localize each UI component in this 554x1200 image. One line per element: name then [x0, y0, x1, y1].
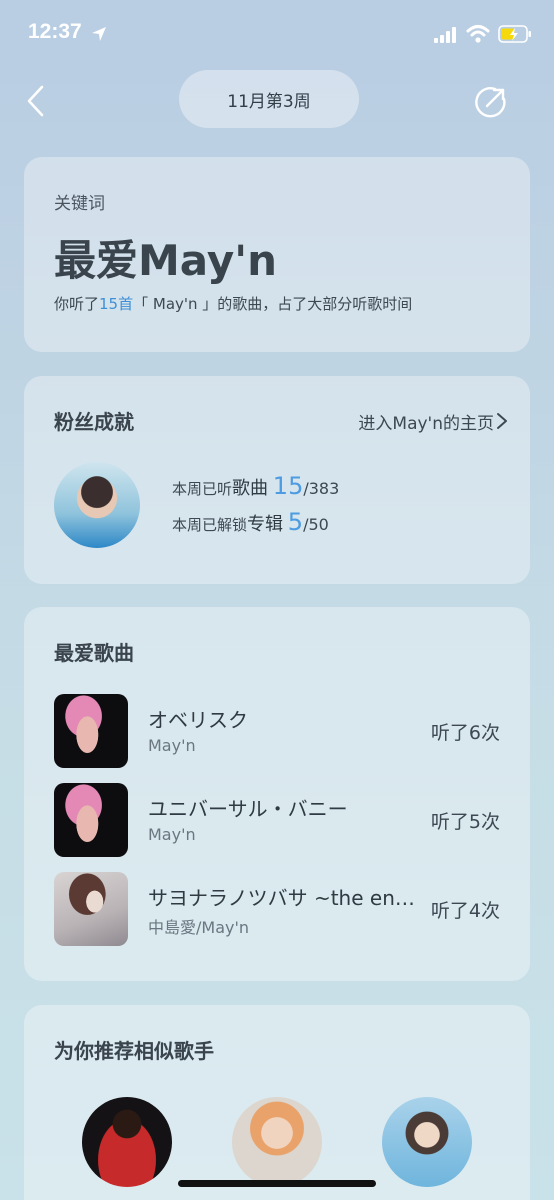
home-indicator[interactable] — [178, 1180, 376, 1187]
songs-card-title: 最爱歌曲 — [54, 641, 134, 665]
album-cover — [54, 783, 128, 857]
song-title: ユニバーサル・バニー — [148, 797, 348, 821]
album-cover — [54, 694, 128, 768]
artist-avatar[interactable] — [54, 462, 140, 548]
status-time: 12:37 — [28, 20, 82, 43]
play-count: 听了6次 — [430, 722, 500, 744]
recommended-artist-avatar[interactable] — [82, 1097, 172, 1187]
location-arrow-icon — [92, 27, 106, 41]
songs-stat-total: /383 — [303, 479, 340, 498]
recommended-artists-card: 为你推荐相似歌手 — [24, 1005, 530, 1200]
play-count: 听了5次 — [430, 811, 500, 833]
songs-stat-number: 15 — [272, 472, 304, 500]
fan-card-title: 粉丝成就 — [54, 410, 134, 434]
cellular-signal-icon — [434, 27, 456, 43]
keyword-desc-prefix: 你听了 — [54, 295, 100, 313]
songs-stat-word: 歌曲 — [232, 478, 269, 499]
album-cover — [54, 872, 128, 946]
share-icon[interactable] — [473, 86, 507, 120]
song-artist: May'n — [148, 736, 196, 755]
albums-unlocked-stat: 本周已解锁专辑 5/50 — [172, 508, 329, 536]
favorite-songs-card: 最爱歌曲 オベリスク May'n 听了6次 ユニバーサル・バニー May'n 听… — [24, 607, 530, 981]
battery-charging-icon — [498, 25, 531, 43]
chevron-right-icon[interactable] — [496, 412, 508, 430]
rec-card-title: 为你推荐相似歌手 — [54, 1039, 214, 1063]
fan-achievement-card: 粉丝成就 进入May'n的主页 本周已听歌曲 15/383 本周已解锁专辑 5/… — [24, 376, 530, 584]
song-title: サヨナラノツバサ ~the end... — [148, 886, 420, 910]
play-count: 听了4次 — [430, 900, 500, 922]
keyword-desc-suffix: 「 May'n 」的歌曲，占了大部分听歌时间 — [133, 295, 413, 313]
song-title: オベリスク — [148, 708, 248, 732]
albums-stat-prefix: 本周已解锁 — [172, 516, 248, 534]
recommended-artist-avatar[interactable] — [382, 1097, 472, 1187]
status-bar: 12:37 — [0, 0, 554, 70]
artist-homepage-link[interactable]: 进入May'n的主页 — [358, 409, 494, 434]
week-label: 11月第3周 — [227, 91, 311, 112]
keyword-description: 你听了15首「 May'n 」的歌曲，占了大部分听歌时间 — [54, 293, 412, 314]
keyword-desc-count: 15首 — [99, 295, 134, 313]
albums-stat-number: 5 — [287, 508, 304, 536]
songs-stat-prefix: 本周已听 — [172, 480, 233, 498]
wifi-icon — [466, 25, 490, 43]
albums-stat-word: 专辑 — [247, 514, 284, 535]
keyword-label: 关键词 — [54, 194, 105, 214]
back-chevron-icon[interactable] — [24, 84, 48, 118]
songs-listened-stat: 本周已听歌曲 15/383 — [172, 472, 339, 500]
song-row[interactable]: ユニバーサル・バニー May'n 听了5次 — [54, 783, 500, 857]
week-selector-button[interactable]: 11月第3周 — [179, 70, 359, 128]
keyword-title: 最爱May'n — [54, 236, 277, 285]
song-row[interactable]: サヨナラノツバサ ~the end... 中島愛/May'n 听了4次 — [54, 872, 500, 946]
song-row[interactable]: オベリスク May'n 听了6次 — [54, 694, 500, 768]
song-artist: 中島愛/May'n — [148, 918, 250, 937]
albums-stat-total: /50 — [303, 515, 329, 534]
keyword-card: 关键词 最爱May'n 你听了15首「 May'n 」的歌曲，占了大部分听歌时间 — [24, 157, 530, 352]
song-artist: May'n — [148, 825, 196, 844]
recommended-artist-avatar[interactable] — [232, 1097, 322, 1187]
